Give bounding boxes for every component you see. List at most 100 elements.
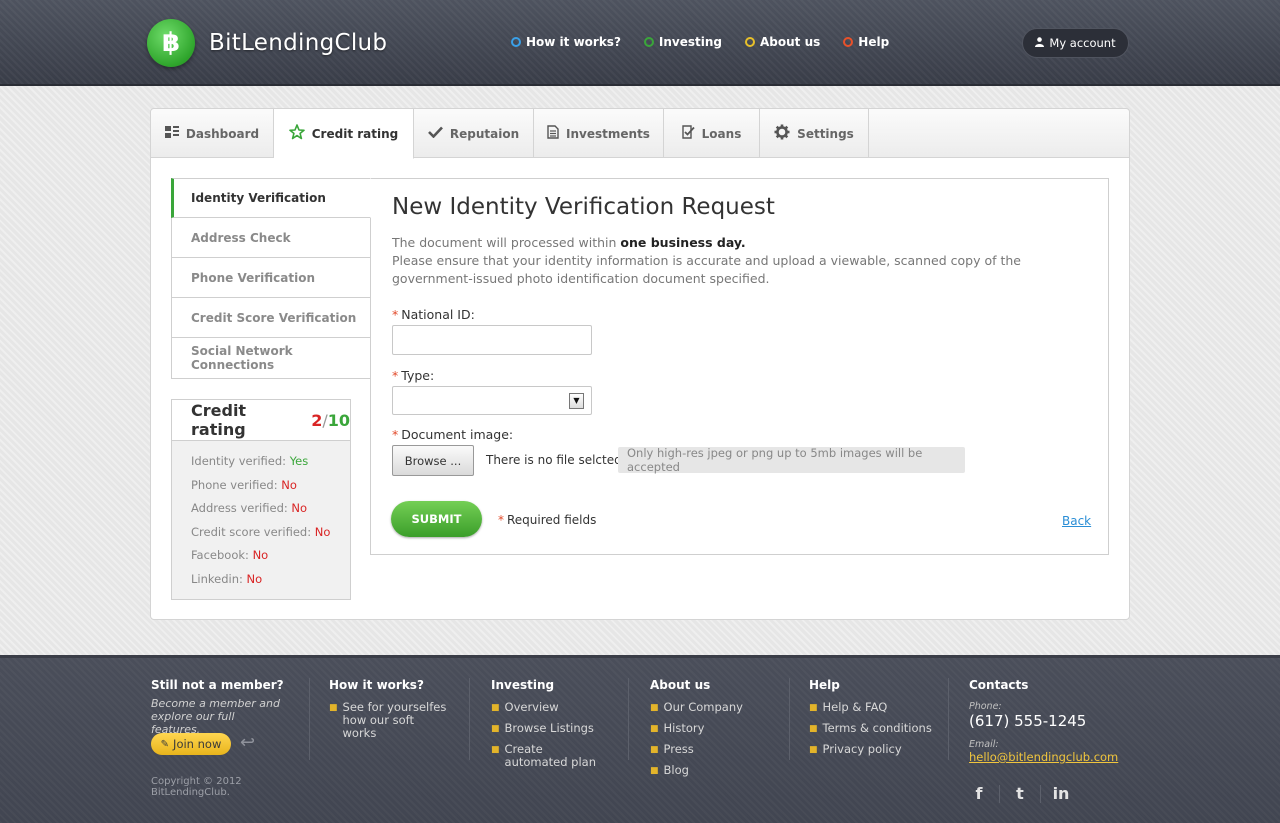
credit-rating-title: Credit rating <box>191 401 247 439</box>
top-navigation: How it works? Investing About us Help <box>511 35 912 49</box>
footer-contacts-title: Contacts <box>969 678 1029 692</box>
submit-button[interactable]: SUBMIT <box>391 501 482 537</box>
facebook-icon[interactable]: f <box>969 784 989 803</box>
bullet-icon: ■ <box>650 703 659 713</box>
sidebar-item-identity-verification[interactable]: Identity Verification <box>171 178 371 218</box>
tab-dashboard[interactable]: Dashboard <box>151 109 274 158</box>
credit-rating-box: Credit rating 2 / 10 Identity verified: … <box>171 399 351 600</box>
bullet-icon: ■ <box>809 724 818 734</box>
phone-label: Phone: <box>969 701 1002 712</box>
footer-link[interactable]: ■ Blog <box>650 764 743 778</box>
rating-value: No <box>246 571 263 586</box>
nav-about-us[interactable]: About us <box>745 35 820 49</box>
nav-help[interactable]: Help <box>843 35 889 49</box>
tab-credit-rating[interactable]: Credit rating <box>274 109 414 159</box>
footer-link[interactable]: ■ Privacy policy <box>809 743 932 757</box>
bullet-icon: ■ <box>650 745 659 755</box>
dashboard-icon <box>164 125 179 142</box>
footer-help-column: Help ■ Help & FAQ ■ Terms & conditions ■ Pr… <box>809 678 932 764</box>
footer-how-title: How it works? <box>329 678 424 692</box>
rating-row-identity: Identity verified: Yes <box>191 453 350 477</box>
rating-value: Yes <box>289 454 309 468</box>
nav-label: Investing <box>658 35 723 49</box>
divider <box>999 784 1000 803</box>
tab-reputation[interactable]: Reputaion <box>414 109 534 158</box>
curved-arrow-icon: ↩ <box>240 732 256 753</box>
footer-divider <box>309 678 310 760</box>
footer-member-column: Still not a member? Become a member and … <box>151 678 284 755</box>
chevron-down-icon[interactable]: ▼ <box>569 393 584 409</box>
tab-loans[interactable]: Loans <box>664 109 760 158</box>
bullet-icon: ■ <box>491 745 500 755</box>
check-icon <box>427 126 443 142</box>
sidebar-item-address-check[interactable]: Address Check <box>171 218 371 258</box>
national-id-input[interactable] <box>392 325 592 355</box>
divider <box>1040 784 1041 803</box>
email-label: Email: <box>969 739 999 750</box>
checklist-icon <box>681 124 695 143</box>
logo[interactable]: ฿ BitLendingClub <box>147 19 387 67</box>
rating-row-linkedin: Linkedin: No <box>191 571 350 595</box>
document-image-label: * Document image: <box>392 427 513 442</box>
tab-label: Settings <box>797 126 854 141</box>
footer-link-label: Terms & conditions <box>822 721 932 735</box>
footer-link-label: Press <box>663 742 694 756</box>
email-link[interactable]: hello@bitlendingclub.com <box>969 750 1118 764</box>
required-note-text: Required fields <box>507 513 597 527</box>
bullet-icon: ■ <box>491 703 500 713</box>
yellow-dot-icon <box>745 37 756 47</box>
nav-how-it-works[interactable]: How it works? <box>511 35 621 49</box>
blue-dot-icon <box>511 37 521 47</box>
footer-link[interactable]: ■ Our Company <box>650 701 743 715</box>
star-icon <box>288 123 305 144</box>
footer-link-label: See for yourselfes how our soft works <box>342 700 447 740</box>
sidebar-item-credit-score-verification[interactable]: Credit Score Verification <box>171 298 371 338</box>
type-select[interactable]: ▼ <box>392 386 592 415</box>
footer-link[interactable]: ■ See for yourselfes how our soft works <box>329 701 447 740</box>
my-account-button[interactable]: My account <box>1022 28 1129 58</box>
copyright-text: Copyright © 2012 BitLendingClub. <box>151 776 242 798</box>
credit-rating-max: 10 <box>327 410 350 430</box>
required-fields-note: * Required fields <box>498 513 596 527</box>
browse-button[interactable]: Browse ... <box>392 445 474 476</box>
type-label: * Type: <box>392 368 434 383</box>
nav-label: About us <box>760 35 821 49</box>
footer-how-column: How it works? ■ See for yourselfes how ou… <box>329 678 447 747</box>
footer-link[interactable]: ■ Press <box>650 743 743 757</box>
back-link[interactable]: Back <box>1062 514 1091 528</box>
footer-link[interactable]: ■ Create automated plan <box>491 743 609 769</box>
footer-link-label: Create automated plan <box>504 742 597 769</box>
required-asterisk: * <box>392 427 399 442</box>
rating-row-phone: Phone verified: No <box>191 477 350 501</box>
phone-number: (617) 555-1245 <box>969 712 1087 730</box>
footer-link[interactable]: ■ Terms & conditions <box>809 722 932 736</box>
credit-rating-score: 2 <box>311 410 323 430</box>
tab-investments[interactable]: Investments <box>534 109 664 158</box>
sidebar-item-phone-verification[interactable]: Phone Verification <box>171 258 371 298</box>
rating-label: Identity verified: <box>191 454 287 468</box>
nav-investing[interactable]: Investing <box>643 35 723 49</box>
bullet-icon: ■ <box>650 724 659 734</box>
join-now-button[interactable]: ✎ Join now <box>151 733 231 755</box>
rating-value: No <box>252 548 269 562</box>
footer-link[interactable]: ■ History <box>650 722 743 736</box>
footer-link[interactable]: ■ Help & FAQ <box>809 701 932 715</box>
footer-link[interactable]: ■ Browse Listings <box>491 722 609 736</box>
linkedin-icon[interactable]: in <box>1051 784 1071 803</box>
footer-divider <box>469 678 470 760</box>
footer-investing-title: Investing <box>491 678 555 692</box>
rating-label: Linkedin: <box>191 571 243 586</box>
footer-divider <box>948 678 949 760</box>
file-status-text: There is no file selcted <box>486 453 622 467</box>
rating-value: No <box>281 477 297 492</box>
national-id-label: * National ID: <box>392 307 475 322</box>
tab-settings[interactable]: Settings <box>760 109 869 158</box>
footer-link[interactable]: ■ Overview <box>491 701 609 715</box>
orange-dot-icon <box>843 37 854 47</box>
bullet-icon: ■ <box>809 703 818 713</box>
rating-row-credit-score: Credit score verified: No <box>191 524 350 548</box>
twitter-icon[interactable]: t <box>1010 784 1030 803</box>
label-text: Document image: <box>401 427 514 442</box>
sidebar-item-social-network-connections[interactable]: Social Network Connections <box>171 338 371 379</box>
form-description: The document will processed within one b… <box>392 234 1072 288</box>
